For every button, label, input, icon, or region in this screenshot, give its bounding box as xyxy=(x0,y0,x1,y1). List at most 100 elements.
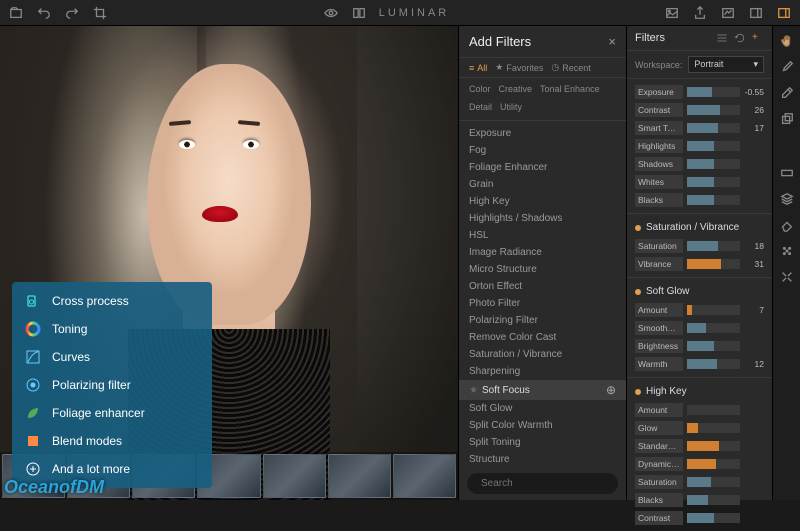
filter-item[interactable]: Image Radiance xyxy=(459,244,626,261)
filter-item[interactable]: Sharpening xyxy=(459,363,626,380)
close-icon[interactable]: × xyxy=(608,34,616,49)
gradient-tool-icon[interactable] xyxy=(778,164,796,182)
layers-tool-icon[interactable] xyxy=(778,190,796,208)
slider-track[interactable] xyxy=(687,513,740,523)
slider-row: Highlights xyxy=(627,137,772,155)
add-filter-icon[interactable]: ⊕ xyxy=(606,383,616,397)
preset-thumb[interactable] xyxy=(328,454,391,498)
histogram-icon[interactable] xyxy=(720,5,736,21)
slider-label: Contrast xyxy=(635,103,683,117)
search-field[interactable] xyxy=(467,473,618,494)
slider-row: Contrast xyxy=(627,509,772,527)
redo-icon[interactable] xyxy=(64,5,80,21)
slider-track[interactable] xyxy=(687,341,740,351)
slider-label: Saturation xyxy=(635,475,683,489)
slider-label: Warmth xyxy=(635,357,683,371)
slider-track[interactable] xyxy=(687,305,740,315)
slider-track[interactable] xyxy=(687,105,740,115)
cat-detail[interactable]: Detail xyxy=(469,102,492,112)
slider-track[interactable] xyxy=(687,459,740,469)
tab-recent[interactable]: ◷ Recent xyxy=(551,62,590,73)
filter-item[interactable]: Foliage Enhancer xyxy=(459,159,626,176)
slider-row: Vibrance31 xyxy=(627,255,772,273)
slider-row: Brightness xyxy=(627,337,772,355)
slider-label: Shadows xyxy=(635,157,683,171)
dot-icon xyxy=(635,289,641,295)
slider-track[interactable] xyxy=(687,123,740,133)
promo-item: Toning xyxy=(24,320,200,338)
target-icon xyxy=(24,376,42,394)
slider-track[interactable] xyxy=(687,177,740,187)
filter-item[interactable]: Exposure xyxy=(459,125,626,142)
slider-track[interactable] xyxy=(687,495,740,505)
undo-icon[interactable] xyxy=(36,5,52,21)
image-icon[interactable] xyxy=(664,5,680,21)
add-filters-panel: Add Filters × ≡ All ★ Favorites ◷ Recent… xyxy=(458,26,626,500)
slider-track[interactable] xyxy=(687,87,740,97)
add-filters-title: Add Filters xyxy=(469,34,531,49)
slider-track[interactable] xyxy=(687,259,740,269)
filter-item[interactable]: Grain xyxy=(459,176,626,193)
filter-item[interactable]: Structure xyxy=(459,451,626,467)
slider-track[interactable] xyxy=(687,241,740,251)
workspace-label: Workspace: xyxy=(635,60,682,70)
hand-tool-icon[interactable] xyxy=(778,32,796,50)
preset-thumb[interactable] xyxy=(393,454,456,498)
slider-row: Dynamic High Key xyxy=(627,455,772,473)
slider-track[interactable] xyxy=(687,477,740,487)
add-icon[interactable]: + xyxy=(752,32,764,44)
transform-tool-icon[interactable] xyxy=(778,268,796,286)
filter-item[interactable]: High Key xyxy=(459,193,626,210)
tab-favorites[interactable]: ★ Favorites xyxy=(495,62,543,73)
preset-thumb[interactable] xyxy=(263,454,326,498)
eye-icon[interactable] xyxy=(323,5,339,21)
slider-track[interactable] xyxy=(687,195,740,205)
slider-track[interactable] xyxy=(687,441,740,451)
filter-item[interactable]: HSL xyxy=(459,227,626,244)
panel-toggle-icon[interactable] xyxy=(748,5,764,21)
slider-track[interactable] xyxy=(687,141,740,151)
refresh-icon[interactable] xyxy=(734,32,746,44)
tool-rail xyxy=(772,26,800,500)
filter-item[interactable]: Orton Effect xyxy=(459,278,626,295)
clone-tool-icon[interactable] xyxy=(778,110,796,128)
export-icon[interactable] xyxy=(692,5,708,21)
filter-item[interactable]: Photo Filter xyxy=(459,295,626,312)
cat-tonal[interactable]: Tonal Enhance xyxy=(540,84,600,94)
eyedropper-tool-icon[interactable] xyxy=(778,84,796,102)
slider-row: Exposure-0.55 xyxy=(627,83,772,101)
filter-item[interactable]: Soft Glow xyxy=(459,400,626,417)
filter-item[interactable]: Highlights / Shadows xyxy=(459,210,626,227)
tab-all[interactable]: ≡ All xyxy=(469,62,487,73)
compare-icon[interactable] xyxy=(351,5,367,21)
filter-categories: Color Creative Tonal Enhance xyxy=(459,78,626,100)
filter-item[interactable]: ★Soft Focus⊕ xyxy=(459,380,626,400)
slider-track[interactable] xyxy=(687,159,740,169)
brush-tool-icon[interactable] xyxy=(778,58,796,76)
filter-item[interactable]: Fog xyxy=(459,142,626,159)
cat-color[interactable]: Color xyxy=(469,84,491,94)
crop-icon[interactable] xyxy=(92,5,108,21)
image-canvas[interactable]: Cross process Toning Curves Polarizing f… xyxy=(0,26,458,500)
sliders-icon[interactable] xyxy=(716,32,728,44)
filter-item[interactable]: Split Toning xyxy=(459,434,626,451)
cat-creative[interactable]: Creative xyxy=(499,84,533,94)
slider-track[interactable] xyxy=(687,405,740,415)
sidebar-icon[interactable] xyxy=(776,5,792,21)
filter-item[interactable]: Remove Color Cast xyxy=(459,329,626,346)
denoise-tool-icon[interactable] xyxy=(778,242,796,260)
slider-track[interactable] xyxy=(687,323,740,333)
eraser-tool-icon[interactable] xyxy=(778,216,796,234)
watermark: OceanofDM xyxy=(4,477,104,498)
filter-item[interactable]: Micro Structure xyxy=(459,261,626,278)
filter-item[interactable]: Split Color Warmth xyxy=(459,417,626,434)
search-input[interactable] xyxy=(481,478,613,489)
slider-track[interactable] xyxy=(687,359,740,369)
high-key-group: High Key AmountGlowStandard High KeyDyna… xyxy=(627,378,772,531)
cat-utility[interactable]: Utility xyxy=(500,102,522,112)
filter-item[interactable]: Polarizing Filter xyxy=(459,312,626,329)
workspace-select[interactable]: Portrait▾ xyxy=(688,56,764,73)
filter-item[interactable]: Saturation / Vibrance xyxy=(459,346,626,363)
slider-track[interactable] xyxy=(687,423,740,433)
open-icon[interactable] xyxy=(8,5,24,21)
